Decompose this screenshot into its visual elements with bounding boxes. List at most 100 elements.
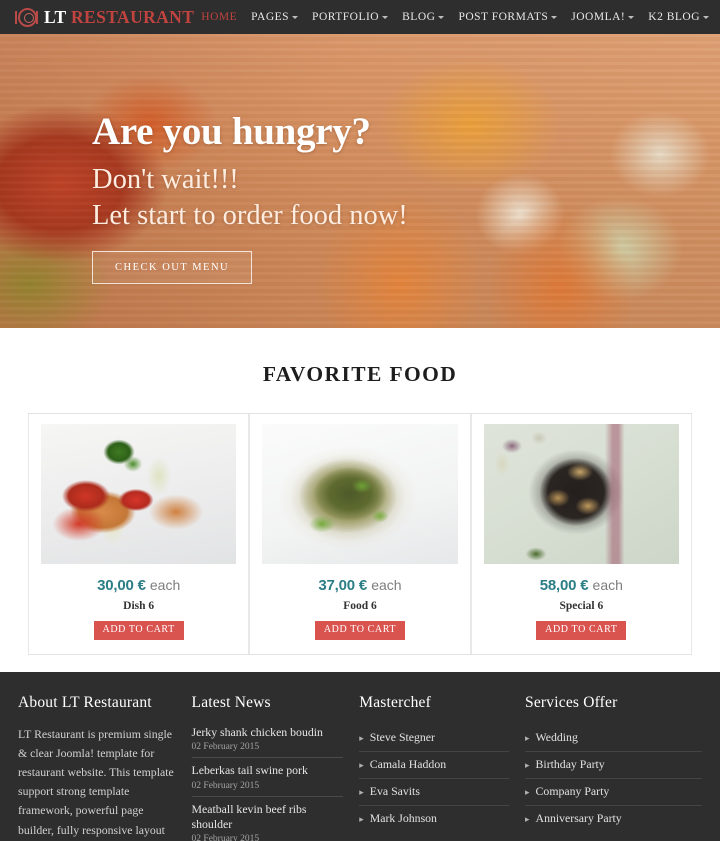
news-item-date: 02 February 2015 (191, 780, 260, 791)
add-to-cart-button[interactable]: ADD TO CART (536, 621, 627, 640)
logo-text: LT RESTAURANT (44, 7, 194, 28)
masterchef-list-item[interactable]: ▸ Eva Savits (359, 779, 510, 806)
main-navigation: HOME PAGES PORTFOLIO BLOG POST FORMATS J… (194, 7, 720, 27)
footer-about-text: LT Restaurant is premium single & clear … (18, 725, 176, 841)
add-to-cart-button[interactable]: ADD TO CART (93, 621, 184, 640)
service-list-item[interactable]: ▸ Company Party (525, 779, 702, 806)
nav-item-menu[interactable]: MENU (716, 7, 720, 27)
footer-services-title: Services Offer (525, 694, 618, 711)
food-card-label: Dish 6 (123, 600, 155, 612)
green-pasta-photo[interactable] (262, 424, 458, 564)
news-list-item[interactable]: Leberkas tail swine pork 02 February 201… (191, 763, 344, 797)
favorite-food-section: FAVORITE FOOD 30,00 € each Dish 6 ADD TO… (0, 328, 720, 655)
nav-item-pages[interactable]: PAGES (244, 7, 305, 27)
price-row: 37,00 € each (318, 578, 401, 593)
chevron-right-icon: ▸ (525, 814, 530, 824)
hero-heading: Are you hungry? (92, 110, 371, 153)
footer-news-column: Latest News Jerky shank chicken boudin 0… (191, 694, 360, 841)
news-list-item[interactable]: Jerky shank chicken boudin 02 February 2… (191, 725, 344, 759)
price-value: 58,00 € (539, 577, 589, 594)
news-item-date: 02 February 2015 (191, 742, 260, 753)
nav-label: JOOMLA! (571, 11, 626, 23)
footer-services-column: Services Offer ▸ Wedding ▸ Birthday Party … (525, 694, 702, 841)
chevron-right-icon: ▸ (359, 733, 364, 743)
footer-masterchef-column: Masterchef ▸ Steve Stegner ▸ Camala Haddon… (359, 694, 525, 841)
price-row: 30,00 € each (97, 578, 180, 593)
hero-subheading-line-1: Don't wait!!! (92, 163, 239, 195)
price-row: 58,00 € each (540, 578, 623, 593)
masterchef-list-item[interactable]: ▸ Steve Stegner (359, 725, 510, 752)
hero-content: Are you hungry? Don't wait!!! Let start … (0, 34, 720, 284)
nav-label: PORTFOLIO (312, 11, 380, 23)
news-item-title[interactable]: Leberkas tail swine pork (192, 763, 344, 778)
hero-subheading-line-2: Let start to order food now! (92, 199, 408, 231)
price-value: 37,00 € (318, 577, 368, 594)
nav-item-k2-blog[interactable]: K2 BLOG (641, 7, 716, 27)
food-card[interactable]: 37,00 € each Food 6 ADD TO CART (249, 414, 471, 654)
food-card[interactable]: 30,00 € each Dish 6 ADD TO CART (28, 414, 250, 654)
nav-item-portfolio[interactable]: PORTFOLIO (305, 7, 395, 27)
price-value: 30,00 € (97, 577, 146, 594)
nav-label: BLOG (402, 11, 436, 23)
check-out-menu-button[interactable]: CHECK OUT MENU (92, 250, 253, 284)
logo-primary: LT (44, 6, 67, 27)
skillet-artichoke-photo[interactable] (483, 424, 679, 564)
chevron-right-icon: ▸ (359, 760, 364, 770)
news-item-date: 02 February 2015 (191, 834, 260, 841)
chevron-right-icon: ▸ (359, 814, 364, 824)
nav-item-home[interactable]: HOME (194, 7, 244, 27)
hero-banner: Are you hungry? Don't wait!!! Let start … (0, 34, 720, 328)
site-logo[interactable]: LT RESTAURANT (15, 7, 194, 28)
footer-about-column: About LT Restaurant LT Restaurant is pre… (18, 694, 192, 841)
site-header: LT RESTAURANT HOME PAGES PORTFOLIO BLOG … (0, 0, 720, 34)
service-list-item[interactable]: ▸ Birthday Party (525, 752, 702, 779)
chevron-down-icon (551, 16, 558, 19)
nav-label: HOME (201, 11, 238, 23)
masterchef-list-item[interactable]: ▸ Mark Johnson (359, 806, 509, 832)
service-list-item[interactable]: ▸ Anniversary Party (525, 806, 702, 832)
footer-news-title: Latest News (191, 694, 271, 711)
price-unit: each (371, 577, 402, 593)
nav-item-blog[interactable]: BLOG (395, 7, 451, 27)
news-item-title[interactable]: Meatball kevin beef ribs shoulder (192, 802, 344, 833)
masterchef-name: Camala Haddon (369, 757, 447, 771)
nav-label: PAGES (251, 11, 290, 23)
service-name: Birthday Party (535, 757, 605, 771)
food-card[interactable]: 58,00 € each Special 6 ADD TO CART (470, 414, 692, 654)
service-list-item[interactable]: ▸ Wedding (525, 725, 702, 752)
hero-subheading: Don't wait!!! Let start to order food no… (92, 162, 720, 234)
logo-secondary: RESTAURANT (71, 6, 195, 27)
nav-label: POST FORMATS (458, 11, 549, 23)
masterchef-name: Steve Stegner (369, 730, 435, 744)
masterchef-list-item[interactable]: ▸ Camala Haddon (359, 752, 510, 779)
chevron-right-icon: ▸ (525, 787, 530, 797)
section-title: FAVORITE FOOD (262, 362, 458, 386)
price-unit: each (149, 577, 181, 593)
nav-item-post-formats[interactable]: POST FORMATS (451, 7, 564, 27)
food-card-label: Food 6 (343, 600, 377, 612)
nav-item-joomla[interactable]: JOOMLA! (564, 7, 641, 27)
service-name: Wedding (535, 730, 578, 744)
footer-about-title: About LT Restaurant (18, 694, 152, 711)
price-unit: each (592, 577, 623, 593)
news-list-item[interactable]: Meatball kevin beef ribs shoulder 02 Feb… (192, 802, 344, 841)
news-item-title[interactable]: Jerky shank chicken boudin (192, 725, 344, 740)
chevron-down-icon (628, 16, 635, 19)
chevron-down-icon (292, 16, 299, 19)
chevron-down-icon (382, 16, 389, 19)
site-footer: About LT Restaurant LT Restaurant is pre… (0, 672, 720, 841)
masterchef-name: Mark Johnson (369, 811, 437, 825)
food-cards-container: 30,00 € each Dish 6 ADD TO CART 37,00 € … (28, 413, 692, 655)
food-card-label: Special 6 (559, 600, 604, 612)
chevron-right-icon: ▸ (359, 787, 364, 797)
nav-label: K2 BLOG (648, 11, 701, 23)
plate-utensils-icon (15, 7, 37, 27)
chevron-right-icon: ▸ (525, 760, 530, 770)
about-text-part-1: LT Restaurant is premium single & clear … (18, 727, 174, 837)
add-to-cart-button[interactable]: ADD TO CART (314, 621, 406, 640)
service-name: Anniversary Party (535, 811, 622, 825)
masterchef-name: Eva Savits (369, 784, 420, 798)
grilled-salmon-photo[interactable] (41, 424, 237, 564)
chevron-down-icon (703, 16, 710, 19)
footer-masterchef-title: Masterchef (359, 694, 431, 711)
